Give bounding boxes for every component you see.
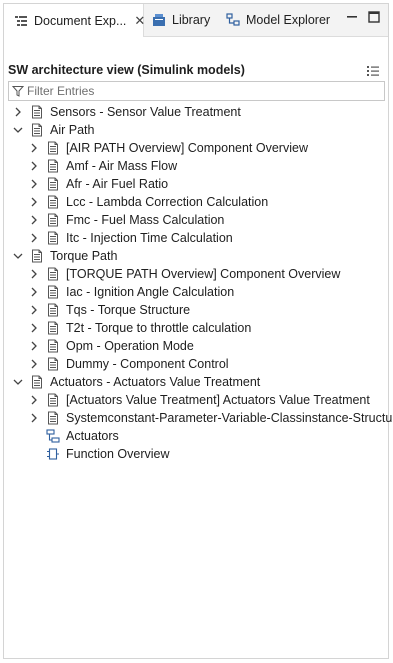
minimize-icon[interactable] (345, 10, 359, 24)
tree-item[interactable]: Sensors - Sensor Value Treatment (12, 103, 241, 121)
tree-item-label: Itc - Injection Time Calculation (66, 231, 233, 245)
tab-model-explorer[interactable]: Model Explorer (226, 4, 330, 36)
chevron-right-icon[interactable] (28, 412, 40, 424)
tree-item[interactable]: Iac - Ignition Angle Calculation (28, 283, 234, 301)
filter-input[interactable] (27, 84, 367, 98)
view-menu-icon[interactable] (366, 64, 380, 78)
chevron-right-icon[interactable] (12, 106, 24, 118)
tab-library[interactable]: Library (152, 4, 210, 36)
chevron-right-icon[interactable] (28, 178, 40, 190)
tab-document-explorer[interactable]: Document Exp... ✕ (4, 4, 145, 37)
chevron-right-icon[interactable] (28, 394, 40, 406)
chevron-down-icon[interactable] (12, 250, 24, 262)
tree-item[interactable]: Afr - Air Fuel Ratio (28, 175, 168, 193)
tree-item-label: [TORQUE PATH Overview] Component Overvie… (66, 267, 341, 281)
tree-view-icon (14, 14, 28, 28)
tree-item-label: Amf - Air Mass Flow (66, 159, 178, 173)
chevron-right-icon[interactable] (28, 286, 40, 298)
tree-item-label: Dummy - Component Control (66, 357, 229, 371)
tree-item[interactable]: Torque Path (12, 247, 117, 265)
tree-item[interactable]: Actuators (28, 427, 119, 445)
tree-item[interactable]: Tqs - Torque Structure (28, 301, 190, 319)
document-icon (46, 339, 60, 353)
document-icon (46, 393, 60, 407)
chevron-right-icon[interactable] (28, 214, 40, 226)
tab-model-explorer-label: Model Explorer (246, 13, 331, 27)
tree-item[interactable]: [TORQUE PATH Overview] Component Overvie… (28, 265, 340, 283)
tree-item[interactable]: [Actuators Value Treatment] Actuators Va… (28, 391, 370, 409)
tree-item[interactable]: Function Overview (28, 445, 170, 463)
tree-item[interactable]: Opm - Operation Mode (28, 337, 194, 355)
tree-item[interactable]: Amf - Air Mass Flow (28, 157, 177, 175)
tree-item-label: [Actuators Value Treatment] Actuators Va… (66, 393, 370, 407)
tree-item-label: Afr - Air Fuel Ratio (66, 177, 169, 191)
tree-item-label: Systemconstant-Parameter-Variable-Classi… (66, 411, 393, 425)
document-icon (30, 375, 44, 389)
document-icon (30, 249, 44, 263)
tab-bar: Document Exp... ✕ Library Model Explorer (4, 4, 388, 37)
filter-icon (11, 85, 25, 97)
tab-document-explorer-label: Document Exp... (34, 13, 127, 28)
document-icon (46, 177, 60, 191)
document-icon (46, 321, 60, 335)
chevron-right-icon[interactable] (28, 340, 40, 352)
tree-item-label: Sensors - Sensor Value Treatment (50, 105, 241, 119)
tree-item[interactable]: Lcc - Lambda Correction Calculation (28, 193, 268, 211)
document-icon (46, 285, 60, 299)
tree-item-label: Tqs - Torque Structure (66, 303, 191, 317)
tree-item[interactable]: Itc - Injection Time Calculation (28, 229, 233, 247)
tree-item[interactable]: [AIR PATH Overview] Component Overview (28, 139, 308, 157)
close-icon[interactable]: ✕ (134, 13, 145, 29)
document-icon (46, 213, 60, 227)
chevron-right-icon[interactable] (28, 232, 40, 244)
tree-item-label: Function Overview (66, 447, 170, 461)
tree-item[interactable]: Air Path (12, 121, 94, 139)
chevron-down-icon[interactable] (12, 376, 24, 388)
chevron-right-icon[interactable] (28, 268, 40, 280)
tab-library-label: Library (172, 13, 211, 27)
document-icon (46, 303, 60, 317)
tree-item[interactable]: Fmc - Fuel Mass Calculation (28, 211, 224, 229)
tree-item-label: Actuators - Actuators Value Treatment (50, 375, 261, 389)
tree-item-label: Actuators (66, 429, 119, 443)
tree-item-label: Opm - Operation Mode (66, 339, 194, 353)
document-icon (46, 267, 60, 281)
tree-item-label: Fmc - Fuel Mass Calculation (66, 213, 225, 227)
tree-item-label: [AIR PATH Overview] Component Overview (66, 141, 308, 155)
chevron-down-icon[interactable] (12, 124, 24, 136)
document-icon (46, 231, 60, 245)
document-icon (30, 105, 44, 119)
document-icon (46, 411, 60, 425)
document-icon (46, 195, 60, 209)
view-title: SW architecture view (Simulink models) (8, 63, 245, 77)
tree-item[interactable]: Actuators - Actuators Value Treatment (12, 373, 260, 391)
tree-item-label: Air Path (50, 123, 95, 137)
tree-item[interactable]: Systemconstant-Parameter-Variable-Classi… (28, 409, 393, 427)
tree-item-label: Lcc - Lambda Correction Calculation (66, 195, 269, 209)
chevron-right-icon[interactable] (28, 160, 40, 172)
chevron-right-icon[interactable] (28, 196, 40, 208)
function-block-icon (46, 447, 60, 461)
tree-item[interactable]: T2t - Torque to throttle calculation (28, 319, 251, 337)
model-explorer-icon (226, 13, 240, 27)
document-icon (46, 141, 60, 155)
chevron-right-icon[interactable] (28, 304, 40, 316)
library-icon (152, 13, 166, 27)
maximize-icon[interactable] (367, 10, 381, 24)
tree-item-label: T2t - Torque to throttle calculation (66, 321, 252, 335)
chevron-right-icon[interactable] (28, 322, 40, 334)
hierarchy-icon (46, 429, 60, 443)
document-icon (46, 159, 60, 173)
chevron-right-icon[interactable] (28, 142, 40, 154)
document-explorer-panel: Document Exp... ✕ Library Model Explorer… (3, 3, 393, 659)
document-icon (30, 123, 44, 137)
tree-item-label: Iac - Ignition Angle Calculation (66, 285, 235, 299)
chevron-right-icon[interactable] (28, 358, 40, 370)
document-icon (46, 357, 60, 371)
tree-item-label: Torque Path (50, 249, 118, 263)
tree-item[interactable]: Dummy - Component Control (28, 355, 229, 373)
filter-box (8, 81, 385, 101)
